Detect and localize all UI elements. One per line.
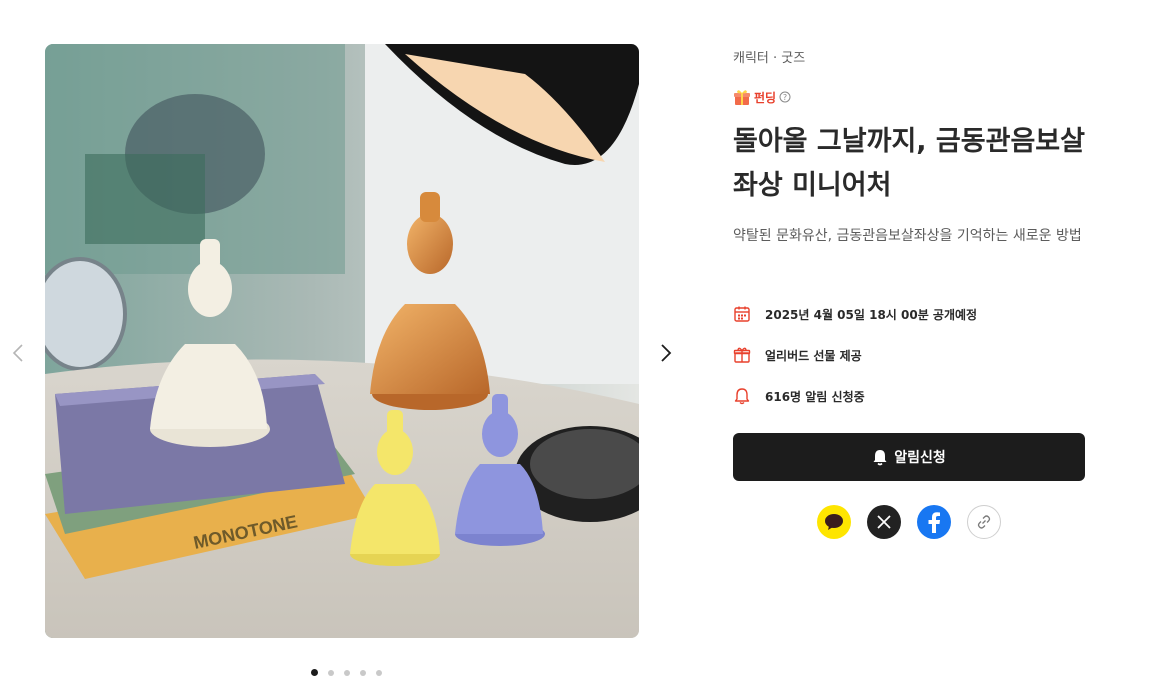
pagination-dot-3[interactable] <box>344 669 350 676</box>
pagination-dot-1[interactable] <box>311 669 318 676</box>
notify-button-label: 알림신청 <box>894 449 946 465</box>
chevron-left-icon <box>12 344 23 362</box>
facebook-share-button[interactable] <box>917 505 951 539</box>
pagination-dot-4[interactable] <box>360 669 366 676</box>
help-icon[interactable]: ? <box>779 91 791 103</box>
facebook-icon <box>928 512 940 533</box>
funding-badge: 펀딩 ? <box>733 88 791 106</box>
product-category[interactable]: 캐릭터 · 굿즈 <box>733 47 805 66</box>
funding-label: 펀딩 <box>754 90 777 105</box>
link-icon <box>977 515 991 529</box>
early-bird-text: 얼리버드 선물 제공 <box>765 348 862 363</box>
gallery-pagination <box>311 669 382 676</box>
bell-icon <box>873 449 887 465</box>
open-date-text: 2025년 4월 05일 18시 00분 공개예정 <box>765 307 978 322</box>
gift-icon <box>733 347 751 363</box>
product-title: 돌아올 그날까지, 금동관음보살좌상 미니어처 <box>733 126 1085 201</box>
chevron-right-icon <box>661 344 672 362</box>
kakao-icon <box>825 514 843 530</box>
pagination-dot-5[interactable] <box>376 669 382 676</box>
svg-text:?: ? <box>783 93 787 102</box>
kakao-share-button[interactable] <box>817 505 851 539</box>
share-buttons <box>817 505 1001 539</box>
pagination-dot-2[interactable] <box>328 669 334 676</box>
open-date-row: 2025년 4월 05일 18시 00분 공개예정 <box>733 305 977 323</box>
copy-link-button[interactable] <box>967 505 1001 539</box>
gift-emoji-icon <box>734 90 750 105</box>
product-photo: MONOTONE <box>45 44 639 638</box>
product-image-gallery[interactable]: MONOTONE <box>45 44 639 638</box>
calendar-icon <box>734 306 750 322</box>
x-share-button[interactable] <box>867 505 901 539</box>
product-subtitle: 약탈된 문화유산, 금동관음보살좌상을 기억하는 새로운 방법 <box>733 228 1082 244</box>
notify-button[interactable]: 알림신청 <box>733 433 1085 481</box>
x-icon <box>877 515 891 529</box>
gallery-prev-button[interactable] <box>7 342 29 364</box>
early-bird-row: 얼리버드 선물 제공 <box>733 346 862 364</box>
alarm-count-text: 616명 알림 신청중 <box>765 389 865 404</box>
gallery-next-button[interactable] <box>655 342 677 364</box>
bell-icon <box>734 388 750 405</box>
alarm-count-row: 616명 알림 신청중 <box>733 387 865 405</box>
